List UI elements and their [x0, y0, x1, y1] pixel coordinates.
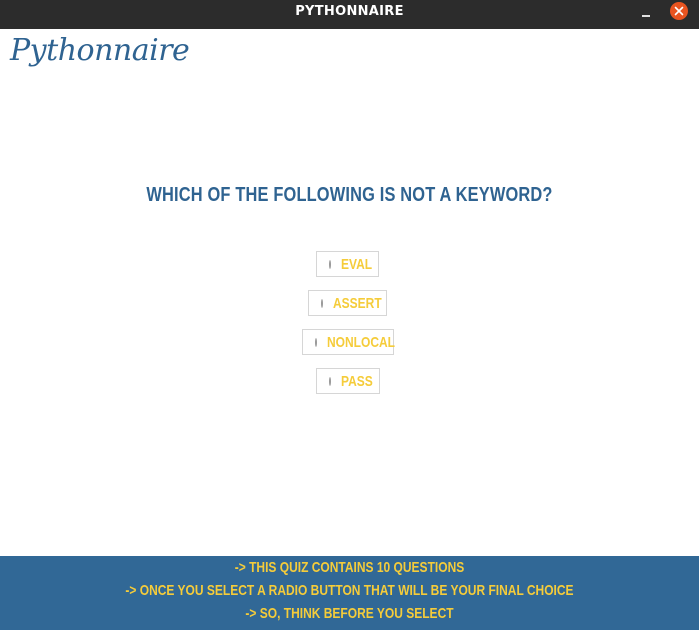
option-pass[interactable]: PASS [316, 368, 380, 394]
option-label: PASS [341, 372, 373, 390]
instruction-line: -> SO, THINK BEFORE YOU SELECT [245, 605, 454, 622]
option-nonlocal[interactable]: NONLOCAL [302, 329, 395, 355]
radio-unchecked-icon[interactable] [315, 337, 317, 347]
radio-unchecked-icon[interactable] [329, 259, 331, 269]
option-assert[interactable]: ASSERT [308, 290, 387, 316]
option-label: ASSERT [333, 294, 382, 312]
instruction-line: -> THIS QUIZ CONTAINS 10 QUESTIONS [234, 559, 465, 576]
quiz-panel: Pythonnaire WHICH OF THE FOLLOWING IS NO… [0, 29, 699, 555]
option-label: NONLOCAL [327, 333, 395, 351]
close-icon[interactable] [670, 2, 688, 20]
instruction-line: -> ONCE YOU SELECT A RADIO BUTTON THAT W… [125, 582, 574, 599]
question-text: WHICH OF THE FOLLOWING IS NOT A KEYWORD? [146, 184, 553, 206]
option-eval[interactable]: EVAL [316, 251, 379, 277]
instructions-footer: -> THIS QUIZ CONTAINS 10 QUESTIONS -> ON… [0, 556, 699, 630]
radio-unchecked-icon[interactable] [329, 376, 331, 386]
window-titlebar: PYTHONNAIRE [0, 0, 699, 29]
window-title: PYTHONNAIRE [295, 4, 404, 19]
minimize-icon[interactable] [640, 9, 652, 19]
app-logo: Pythonnaire [10, 33, 190, 68]
radio-unchecked-icon[interactable] [321, 298, 323, 308]
option-label: EVAL [341, 255, 373, 273]
